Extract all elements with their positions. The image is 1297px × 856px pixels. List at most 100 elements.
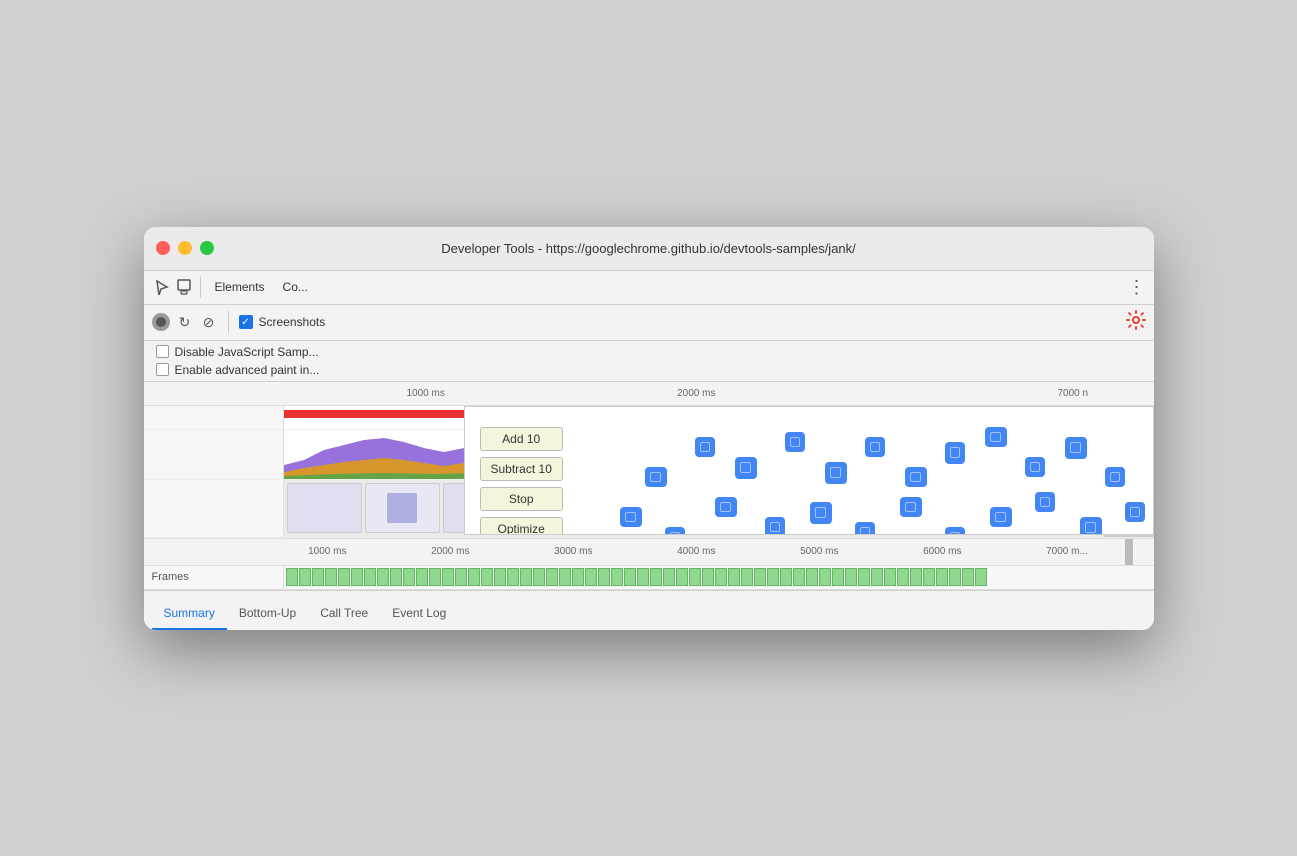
frame-bar <box>858 568 870 586</box>
blue-square <box>665 527 685 534</box>
frame-bar <box>663 568 675 586</box>
optimize-button[interactable]: Optimize <box>480 517 563 535</box>
blue-square <box>735 457 757 479</box>
tab-event-log[interactable]: Event Log <box>380 598 458 630</box>
btick-5000: 5000 ms <box>800 546 838 557</box>
reload-button[interactable]: ↻ <box>176 313 194 331</box>
blue-square <box>785 432 805 452</box>
frames-bars <box>284 566 1154 589</box>
screenshots-checkbox[interactable]: ✓ <box>239 315 253 329</box>
blue-square <box>865 437 885 457</box>
far-time: 7000 n <box>1054 382 1104 405</box>
frame-bar <box>936 568 948 586</box>
btick-1000: 1000 ms <box>308 546 346 557</box>
tab-bottom-up[interactable]: Bottom-Up <box>227 598 308 630</box>
frame-bar <box>975 568 987 586</box>
btick-7000: 7000 m... <box>1046 546 1088 557</box>
blue-squares-canvas <box>465 407 1153 534</box>
tab-elements[interactable]: Elements <box>207 276 273 298</box>
frame-bar <box>728 568 740 586</box>
blue-square <box>1065 437 1087 459</box>
btick-4000: 4000 ms <box>677 546 715 557</box>
timeline-area: 1000 ms 2000 ms 7000 n FPS <box>144 382 1154 590</box>
tick-2000: 2000 ms <box>677 388 715 399</box>
frame-bar <box>312 568 324 586</box>
screenshot-thumb-1[interactable] <box>287 483 362 533</box>
blue-square <box>905 467 927 487</box>
frame-bar <box>832 568 844 586</box>
frame-bar <box>559 568 571 586</box>
tab-summary[interactable]: Summary <box>152 598 227 630</box>
frame-bar <box>299 568 311 586</box>
frame-bar <box>494 568 506 586</box>
disable-js-label: Disable JavaScript Samp... <box>175 345 319 359</box>
blue-square <box>620 507 642 527</box>
frame-bar <box>286 568 298 586</box>
btick-2000: 2000 ms <box>431 546 469 557</box>
clear-button[interactable]: ⊘ <box>200 313 218 331</box>
devtools-panel: Elements Co... ⋮ ↻ ⊘ ✓ Screenshots Disa <box>144 271 1154 630</box>
advanced-paint-checkbox[interactable] <box>156 363 169 376</box>
frame-bar <box>715 568 727 586</box>
settings-icon[interactable] <box>1126 310 1146 335</box>
popup-buttons: Add 10 Subtract 10 Stop Optimize Help <box>480 427 563 535</box>
separator <box>200 276 201 298</box>
frame-bar <box>416 568 428 586</box>
time-ruler-bottom: 1000 ms 2000 ms 3000 ms 4000 ms 5000 ms … <box>144 538 1154 566</box>
more-tabs-button[interactable]: ⋮ <box>1128 277 1146 298</box>
btick-6000: 6000 ms <box>923 546 961 557</box>
screenshot-thumb-2[interactable] <box>365 483 440 533</box>
fps-label-strip <box>144 406 284 429</box>
blue-square <box>945 442 965 464</box>
blue-square <box>1025 457 1045 477</box>
add-10-button[interactable]: Add 10 <box>480 427 563 451</box>
stop-button[interactable]: Stop <box>480 487 563 511</box>
webpage-overlay: Add 10 Subtract 10 Stop Optimize Help ↙ <box>464 406 1154 535</box>
blue-square <box>715 497 737 517</box>
frame-bar <box>780 568 792 586</box>
blue-square <box>900 497 922 517</box>
ruler-ticks: 1000 ms 2000 ms <box>284 382 1104 405</box>
close-button[interactable] <box>156 241 170 255</box>
browser-window: Developer Tools - https://googlechrome.g… <box>144 227 1154 630</box>
blue-square <box>855 522 875 534</box>
tick-1000: 1000 ms <box>407 388 445 399</box>
frame-bar <box>468 568 480 586</box>
cpu-label-strip <box>144 430 284 479</box>
maximize-button[interactable] <box>200 241 214 255</box>
frame-bar <box>741 568 753 586</box>
tab-call-tree[interactable]: Call Tree <box>308 598 380 630</box>
bottom-ruler-ticks: 1000 ms 2000 ms 3000 ms 4000 ms 5000 ms … <box>284 539 1104 565</box>
frame-bar <box>364 568 376 586</box>
frame-bar <box>845 568 857 586</box>
scrollbar-thumb[interactable] <box>1125 538 1133 566</box>
blue-square <box>1035 492 1055 512</box>
blue-square <box>1125 502 1145 522</box>
frame-bar <box>624 568 636 586</box>
frame-bar <box>546 568 558 586</box>
subtract-10-button[interactable]: Subtract 10 <box>480 457 563 481</box>
blue-square <box>825 462 847 484</box>
advanced-paint-label: Enable advanced paint in... <box>175 363 320 377</box>
frame-bar <box>390 568 402 586</box>
frame-bar <box>585 568 597 586</box>
frame-bar <box>429 568 441 586</box>
frame-bar <box>754 568 766 586</box>
frame-bar <box>403 568 415 586</box>
frame-bar <box>533 568 545 586</box>
device-icon[interactable] <box>174 277 194 297</box>
tab-console[interactable]: Co... <box>275 276 316 298</box>
frame-bar <box>962 568 974 586</box>
frames-label: Frames <box>144 566 284 589</box>
inspect-icon[interactable] <box>152 277 172 297</box>
options-row: Disable JavaScript Samp... Enable advanc… <box>144 341 1154 382</box>
btick-3000: 3000 ms <box>554 546 592 557</box>
frame-bar <box>793 568 805 586</box>
title-bar: Developer Tools - https://googlechrome.g… <box>144 227 1154 271</box>
record-button[interactable] <box>152 313 170 331</box>
blue-square <box>1080 517 1102 534</box>
minimize-button[interactable] <box>178 241 192 255</box>
blue-square <box>945 527 965 534</box>
disable-js-checkbox[interactable] <box>156 345 169 358</box>
frame-bar <box>611 568 623 586</box>
